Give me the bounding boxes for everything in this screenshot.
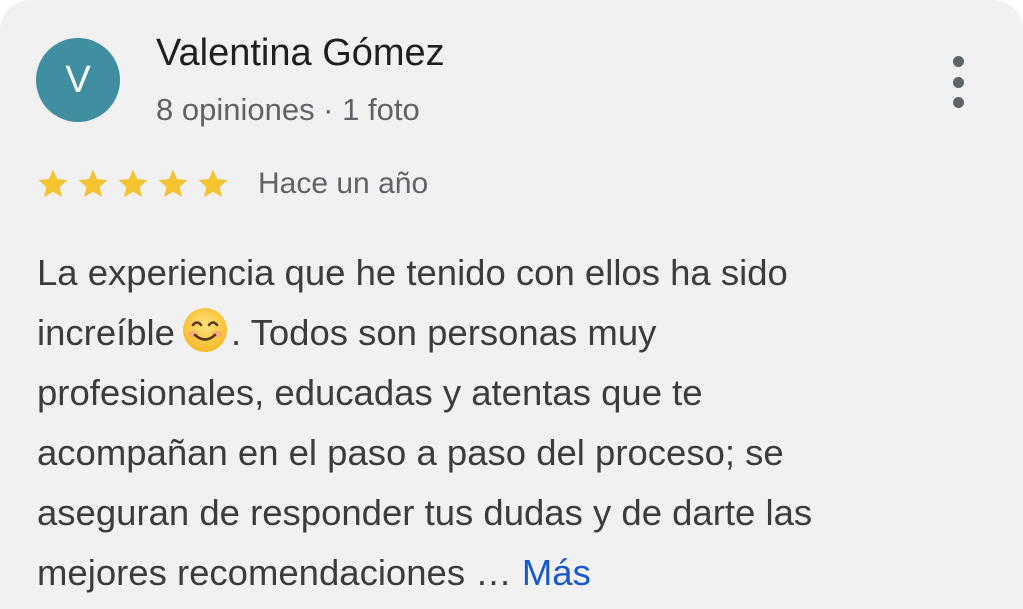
- review-date: Hace un año: [258, 167, 429, 200]
- review-text-line: increíble . Todos son personas muy: [37, 303, 997, 363]
- star-icon: [118, 169, 148, 198]
- review-text-line: profesionales, educadas y atentas que te: [37, 372, 703, 413]
- review-text-fragment: mejores recomendaciones …: [37, 552, 512, 593]
- review-text-line: La experiencia que he tenido con ellos h…: [37, 252, 788, 293]
- star-icon: [38, 169, 68, 198]
- review-text-line: acompañan en el paso a paso del proceso;…: [37, 432, 784, 473]
- avatar[interactable]: V: [36, 38, 120, 122]
- author-name[interactable]: Valentina Gómez: [156, 32, 445, 75]
- more-link[interactable]: Más: [522, 552, 591, 593]
- more-vertical-icon-dot: [952, 97, 964, 108]
- star-icon: [198, 169, 228, 198]
- smiling-face-icon: [182, 308, 227, 352]
- review-text-line-last: mejores recomendaciones … Más: [37, 543, 997, 603]
- review-text-line: aseguran de responder tus dudas y de dar…: [37, 492, 813, 533]
- review-text-fragment: . Todos son personas muy: [230, 312, 657, 353]
- review-text-fragment: increíble: [37, 312, 175, 353]
- more-options-button[interactable]: [940, 52, 976, 112]
- review-card: V Valentina Gómez 8 opiniones · 1 foto H…: [0, 0, 1023, 609]
- author-meta[interactable]: 8 opiniones · 1 foto: [156, 92, 420, 128]
- star-icon: [158, 169, 188, 198]
- star-icon: [78, 169, 108, 198]
- more-vertical-icon-dot: [952, 76, 964, 88]
- rating-row: Hace un año: [36, 162, 428, 206]
- avatar-initial: V: [65, 58, 91, 101]
- review-text: La experiencia que he tenido con ellos h…: [37, 243, 997, 603]
- star-rating: [36, 167, 236, 201]
- more-vertical-icon: [952, 56, 964, 67]
